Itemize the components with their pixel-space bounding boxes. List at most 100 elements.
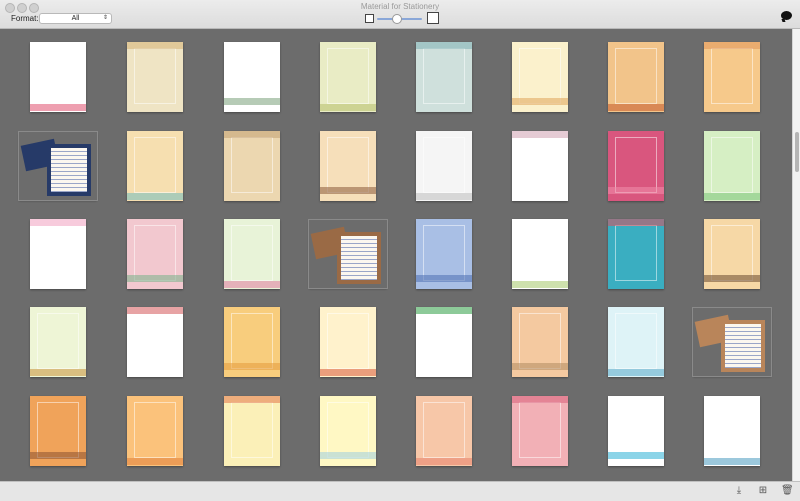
decoration-band [127, 192, 183, 200]
decoration-band [608, 368, 664, 376]
stationery-thumbnail-orange-ribbon[interactable] [127, 396, 183, 466]
writing-area [710, 401, 754, 458]
stationery-thumbnail-peach-roses[interactable] [416, 396, 472, 466]
decoration-band [127, 42, 183, 49]
writing-area [36, 224, 80, 281]
stationery-thumbnail-orange-pencils[interactable] [224, 307, 280, 377]
writing-area [133, 136, 177, 193]
decoration-band [608, 187, 664, 194]
stationery-thumbnail-teal-flowers[interactable] [127, 131, 183, 201]
writing-area [133, 312, 177, 369]
decoration-band [416, 192, 472, 200]
decoration-band [512, 280, 568, 288]
title-bar: Material for Stationery Format: All ⇕ [0, 0, 800, 29]
writing-area [614, 136, 658, 193]
stationery-thumbnail-tan-envelope[interactable] [692, 307, 772, 377]
small-image-icon[interactable] [365, 14, 374, 23]
stationery-thumbnail-cream-vine[interactable] [127, 42, 183, 112]
format-dropdown[interactable]: All ⇕ [39, 13, 112, 24]
stationery-thumbnail-light-green[interactable] [320, 42, 376, 112]
stationery-thumbnail-swirl-coffee[interactable] [320, 131, 376, 201]
stationery-thumbnail-white-dandelion[interactable] [512, 131, 568, 201]
decoration-band [704, 192, 760, 200]
writing-area [36, 312, 80, 369]
writing-area [326, 312, 370, 369]
format-label: Format: [11, 14, 39, 23]
stationery-thumbnail-peach-shelf[interactable] [512, 307, 568, 377]
stationery-thumbnail-brown-envelope[interactable] [308, 219, 388, 289]
stationery-thumbnail-navy-envelope[interactable] [18, 131, 98, 201]
stationery-thumbnail-pink-blossom[interactable] [30, 219, 86, 289]
writing-area [614, 312, 658, 369]
writing-area [614, 47, 658, 104]
stationery-thumbnail-white-stripes[interactable] [127, 307, 183, 377]
stationery-thumbnail-doodle-flowers[interactable] [704, 396, 760, 466]
decoration-band [608, 452, 664, 459]
decoration-band [608, 219, 664, 226]
bottom-toolbar: ⤓ ⊞ 🗑 [0, 481, 800, 501]
stationery-thumbnail-white-birds[interactable] [224, 42, 280, 112]
stationery-thumbnail-green-rose[interactable] [224, 219, 280, 289]
stationery-grid [0, 29, 792, 481]
stationery-thumbnail-yellow-patchwork[interactable] [224, 396, 280, 466]
decoration-band [704, 275, 760, 282]
writing-area [230, 47, 274, 104]
stationery-thumbnail-beige-botanic[interactable] [224, 131, 280, 201]
writing-area [422, 401, 466, 458]
import-icon[interactable]: ⊞ [758, 486, 768, 496]
stationery-thumbnail-orange-brown-frame[interactable] [30, 396, 86, 466]
writing-area [230, 401, 274, 458]
stationery-thumbnail-blue-lace[interactable] [416, 219, 472, 289]
stationery-thumbnail-green-side[interactable] [416, 307, 472, 377]
decoration-band [224, 280, 280, 288]
stationery-thumbnail-sailboat-blue[interactable] [608, 307, 664, 377]
stationery-thumbnail-green-glow[interactable] [704, 131, 760, 201]
vertical-scrollbar[interactable] [792, 29, 800, 481]
decoration-band [608, 103, 664, 111]
decoration-band [416, 42, 472, 49]
decoration-band [30, 368, 86, 376]
writing-area [133, 47, 177, 104]
decoration-band [127, 275, 183, 282]
decoration-band [224, 363, 280, 370]
decoration-band [512, 98, 568, 105]
trash-icon[interactable]: 🗑 [781, 486, 794, 496]
decoration-band [704, 42, 760, 49]
decoration-band [416, 307, 472, 314]
stationery-thumbnail-butterfly-cream[interactable] [512, 42, 568, 112]
stationery-thumbnail-teal-heart[interactable] [416, 42, 472, 112]
decoration-band [512, 363, 568, 370]
writing-area [422, 224, 466, 281]
stationery-thumbnail-yellow-bubbles[interactable] [320, 396, 376, 466]
stationery-thumbnail-vintage-pink[interactable] [512, 396, 568, 466]
writing-area [230, 312, 274, 369]
large-image-icon[interactable] [427, 12, 439, 24]
writing-area [133, 401, 177, 458]
stationery-thumbnail-blue-splash[interactable] [608, 396, 664, 466]
format-dropdown-value: All [71, 15, 80, 22]
stationery-thumbnail-white-triangles[interactable] [30, 42, 86, 112]
stationery-thumbnail-cream-town[interactable] [320, 307, 376, 377]
writing-area [518, 312, 562, 369]
decoration-band [320, 452, 376, 459]
speech-bubble-icon[interactable] [781, 11, 792, 20]
stationery-thumbnail-beige-dots[interactable] [704, 219, 760, 289]
stationery-thumbnail-pink-frame[interactable] [608, 131, 664, 201]
decoration-band [30, 103, 86, 111]
stationery-thumbnail-grey-sketch[interactable] [416, 131, 472, 201]
letter-card [721, 320, 765, 372]
stationery-thumbnail-peach-floral[interactable] [704, 42, 760, 112]
decoration-band [224, 98, 280, 105]
stationery-thumbnail-branch-bird[interactable] [30, 307, 86, 377]
download-icon[interactable]: ⤓ [734, 486, 744, 496]
stationery-thumbnail-pink-green[interactable] [127, 219, 183, 289]
scrollbar-thumb[interactable] [795, 132, 799, 172]
writing-area [422, 136, 466, 193]
stationery-thumbnail-white-vine[interactable] [512, 219, 568, 289]
writing-area [133, 224, 177, 281]
decoration-band [127, 457, 183, 465]
stationery-thumbnail-orange-autumn[interactable] [608, 42, 664, 112]
stationery-thumbnail-teal-coffee[interactable] [608, 219, 664, 289]
decoration-band [704, 457, 760, 465]
zoom-slider-knob[interactable] [391, 14, 402, 24]
